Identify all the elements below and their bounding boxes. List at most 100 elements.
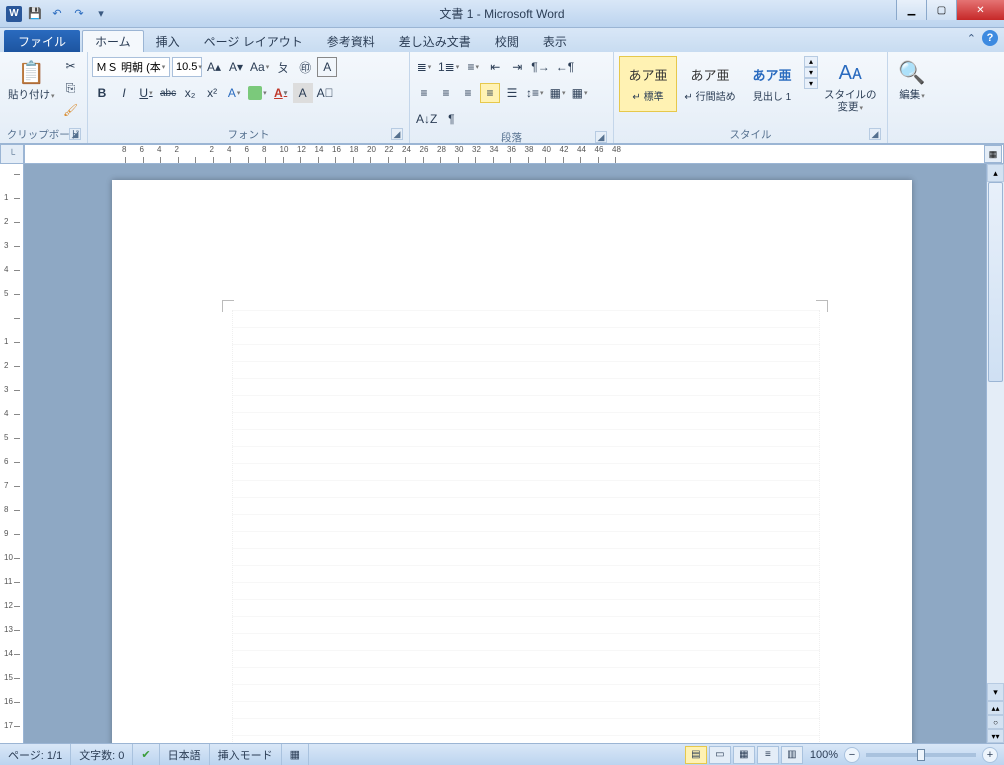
view-outline[interactable]: ≡ — [757, 746, 779, 764]
shrink-font-button[interactable]: A▾ — [226, 57, 246, 77]
sort-button[interactable]: A↓Z — [414, 109, 439, 129]
document-page[interactable] — [112, 180, 912, 743]
minimize-ribbon-button[interactable]: ⌃ — [967, 32, 976, 45]
strikethrough-button[interactable]: abc — [158, 83, 178, 103]
previous-page-button[interactable]: ▴▴ — [987, 701, 1004, 715]
zoom-level[interactable]: 100% — [804, 749, 844, 761]
ltr-button[interactable]: ¶→ — [529, 57, 551, 77]
tab-view[interactable]: 表示 — [531, 30, 579, 52]
subscript-button[interactable]: x₂ — [180, 83, 200, 103]
view-full-screen[interactable]: ▭ — [709, 746, 731, 764]
change-case-button[interactable]: Aa — [248, 57, 271, 77]
align-left-button[interactable]: ≡ — [414, 83, 434, 103]
decrease-indent-button[interactable]: ⇤ — [485, 57, 505, 77]
font-launcher[interactable]: ◢ — [391, 128, 403, 140]
clipboard-launcher[interactable]: ◢ — [69, 128, 81, 140]
font-name-combo[interactable]: ＭＳ 明朝 (本 — [92, 57, 170, 77]
status-macro[interactable]: ▦ — [282, 744, 309, 765]
tab-page-layout[interactable]: ページ レイアウト — [192, 30, 315, 52]
multilevel-list-button[interactable]: ≡ — [463, 57, 483, 77]
zoom-out-button[interactable]: − — [844, 747, 860, 763]
char-border-button[interactable]: A — [317, 57, 337, 77]
status-page[interactable]: ページ: 1/1 — [0, 744, 71, 765]
scroll-track[interactable] — [987, 182, 1004, 683]
zoom-slider-thumb[interactable] — [917, 749, 925, 761]
enclose-mask-button[interactable]: A⃝ — [315, 83, 336, 103]
bold-button[interactable]: B — [92, 83, 112, 103]
style-more[interactable]: ▾ — [804, 78, 818, 89]
rtl-button[interactable]: ←¶ — [554, 57, 576, 77]
ruler-toggle-button[interactable]: ▦ — [984, 145, 1002, 163]
qat-save[interactable]: 💾 — [26, 5, 44, 23]
tab-selector[interactable]: └ — [0, 144, 24, 164]
find-button[interactable]: 🔍 編集 — [892, 54, 932, 104]
justify-button[interactable]: ≡ — [480, 83, 500, 103]
format-painter-button[interactable]: 🖌 — [61, 100, 81, 120]
copy-button[interactable]: ⎘ — [61, 78, 81, 98]
bullets-button[interactable]: ≣ — [414, 57, 434, 77]
tab-insert[interactable]: 挿入 — [144, 30, 192, 52]
font-color-button[interactable]: A — [271, 83, 291, 103]
tab-file[interactable]: ファイル — [4, 30, 80, 52]
next-page-button[interactable]: ▾▾ — [987, 729, 1004, 743]
qat-redo[interactable]: ↷ — [70, 5, 88, 23]
distribute-button[interactable]: ☰ — [502, 83, 522, 103]
scroll-up-button[interactable]: ▴ — [987, 164, 1004, 182]
shading-button[interactable]: ▦ — [548, 83, 568, 103]
qat-undo[interactable]: ↶ — [48, 5, 66, 23]
window-minimize-button[interactable]: ▁ — [896, 0, 926, 20]
window-close-button[interactable]: ✕ — [956, 0, 1004, 20]
char-shading-button[interactable]: A — [293, 83, 313, 103]
align-center-button[interactable]: ≡ — [436, 83, 456, 103]
help-button[interactable]: ? — [982, 30, 998, 46]
change-styles-button[interactable]: Aᴀ スタイルの 変更 — [820, 54, 881, 115]
numbering-button[interactable]: 1≣ — [436, 57, 461, 77]
highlight-button[interactable] — [246, 83, 269, 103]
font-size-combo[interactable]: 10.5 — [172, 57, 202, 77]
line-spacing-button[interactable]: ↕≡ — [524, 83, 546, 103]
view-web-layout[interactable]: ▦ — [733, 746, 755, 764]
view-print-layout[interactable]: ▤ — [685, 746, 707, 764]
status-proofing[interactable]: ✔ — [133, 744, 159, 765]
borders-button[interactable]: ▦ — [570, 83, 590, 103]
document-viewport[interactable] — [24, 164, 986, 743]
superscript-button[interactable]: x² — [202, 83, 222, 103]
enclose-chars-button[interactable]: ㊞ — [295, 57, 315, 77]
paragraph-launcher[interactable]: ◢ — [595, 131, 607, 143]
ribbon-tabs: ファイル ホーム 挿入 ページ レイアウト 参考資料 差し込み文書 校閲 表示 … — [0, 28, 1004, 52]
tab-home[interactable]: ホーム — [82, 30, 144, 52]
italic-button[interactable]: I — [114, 83, 134, 103]
window-maximize-button[interactable]: ▢ — [926, 0, 956, 20]
phonetic-guide-button[interactable]: ㄆ — [273, 57, 293, 77]
tab-review[interactable]: 校閲 — [483, 30, 531, 52]
align-right-button[interactable]: ≡ — [458, 83, 478, 103]
style-no-spacing[interactable]: あア亜 ↵ 行間詰め — [681, 56, 739, 112]
status-word-count[interactable]: 文字数: 0 — [71, 744, 133, 765]
styles-launcher[interactable]: ◢ — [869, 128, 881, 140]
style-scroll-down[interactable]: ▾ — [804, 67, 818, 78]
status-language[interactable]: 日本語 — [160, 744, 210, 765]
underline-button[interactable]: U — [136, 83, 156, 103]
style-normal[interactable]: あア亜 ↵ 標準 — [619, 56, 677, 112]
show-marks-button[interactable]: ¶ — [441, 109, 461, 129]
scroll-thumb[interactable] — [988, 182, 1003, 382]
tab-mailings[interactable]: 差し込み文書 — [387, 30, 483, 52]
increase-indent-button[interactable]: ⇥ — [507, 57, 527, 77]
zoom-slider[interactable] — [866, 753, 976, 757]
qat-customize[interactable]: ▾ — [92, 5, 110, 23]
vertical-ruler[interactable]: 123451234567891011121314151617 — [0, 164, 24, 743]
status-insert-mode[interactable]: 挿入モード — [210, 744, 282, 765]
select-browse-object-button[interactable]: ○ — [987, 715, 1004, 729]
cut-button[interactable]: ✂ — [61, 56, 81, 76]
tab-references[interactable]: 参考資料 — [315, 30, 387, 52]
group-font-label: フォント◢ — [92, 127, 405, 143]
text-effects-button[interactable]: A — [224, 83, 244, 103]
grow-font-button[interactable]: A▴ — [204, 57, 224, 77]
scroll-down-button[interactable]: ▾ — [987, 683, 1004, 701]
horizontal-ruler[interactable]: 8642246810121416182022242628303234363840… — [24, 144, 1004, 164]
style-scroll-up[interactable]: ▴ — [804, 56, 818, 67]
style-heading1[interactable]: あア亜 見出し 1 — [743, 56, 801, 112]
zoom-in-button[interactable]: + — [982, 747, 998, 763]
paste-button[interactable]: 📋 貼り付け — [4, 54, 59, 104]
view-draft[interactable]: ▥ — [781, 746, 803, 764]
